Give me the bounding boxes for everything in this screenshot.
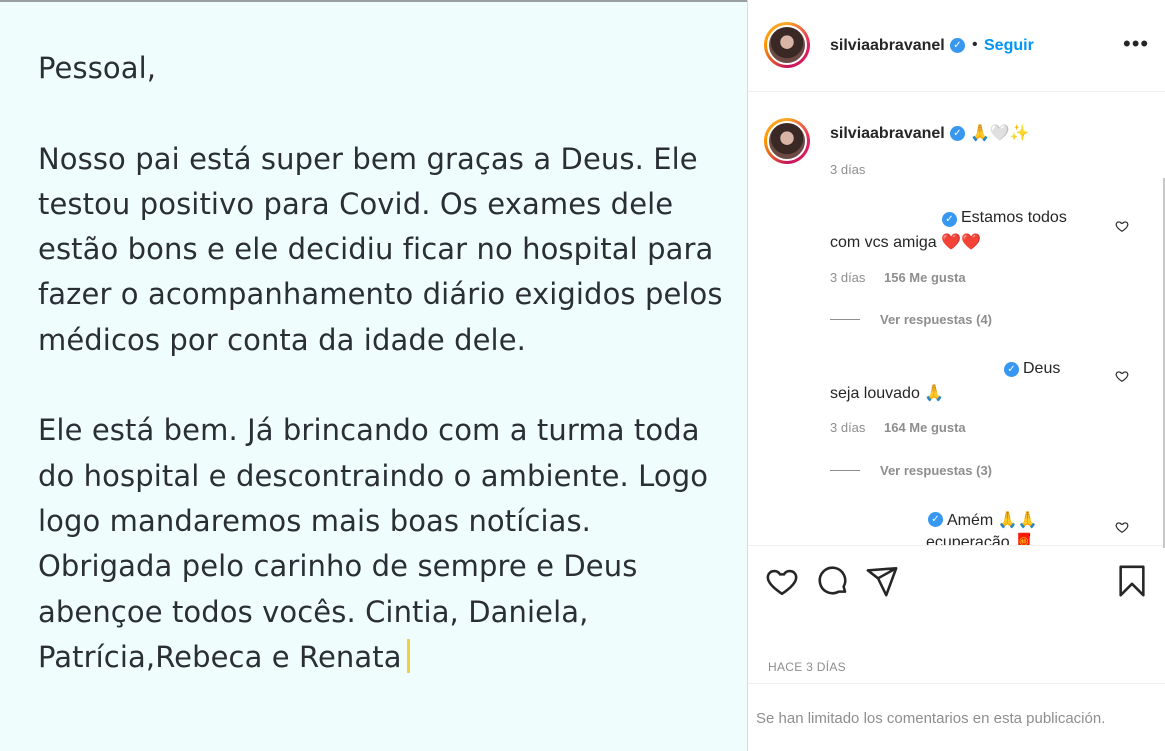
view-replies-link[interactable]: Ver respuestas (3) xyxy=(880,463,992,478)
comments-limited-notice: Se han limitado los comentarios en esta … xyxy=(748,683,1165,751)
comments-list[interactable]: silviaabravanel ✓ 🙏🤍✨ 3 días ✓ Estamos t… xyxy=(748,92,1165,546)
comment-text: com vcs amiga ❤️❤️ xyxy=(830,234,981,251)
replies-divider xyxy=(830,319,860,320)
comment-text: Amém 🙏🙏 xyxy=(947,512,1038,529)
like-comment-heart-icon[interactable] xyxy=(1115,219,1129,233)
post-paragraph-1: Nosso pai está super bem graças a Deus. … xyxy=(38,141,723,357)
avatar[interactable] xyxy=(764,22,810,68)
like-comment-heart-icon[interactable] xyxy=(1115,520,1129,534)
caption-avatar[interactable] xyxy=(764,118,810,164)
like-comment-heart-icon[interactable] xyxy=(1115,369,1129,383)
like-heart-icon[interactable] xyxy=(765,564,799,598)
view-replies-link[interactable]: Ver respuestas (4) xyxy=(880,312,992,327)
verified-badge-icon: ✓ xyxy=(928,512,943,527)
post-time-ago[interactable]: HACE 3 DÍAS xyxy=(768,660,846,674)
post-paragraph-2-text: Ele está bem. Já brincando com a turma t… xyxy=(38,413,709,674)
caption-time[interactable]: 3 días xyxy=(830,162,865,177)
comment-time[interactable]: 3 días xyxy=(830,420,865,435)
separator-dot: • xyxy=(972,36,978,53)
verified-badge-icon: ✓ xyxy=(1004,362,1019,377)
comment-text: seja louvado 🙏 xyxy=(830,385,945,402)
comment-likes[interactable]: 156 Me gusta xyxy=(884,270,966,285)
comment-time[interactable]: 3 días xyxy=(830,270,865,285)
comment-text: Estamos todos xyxy=(961,209,1067,226)
header-username[interactable]: silviaabravanel xyxy=(830,37,945,55)
caption-text: 🙏🤍✨ xyxy=(970,125,1030,142)
post-header: silviaabravanel ✓ • Seguir ••• xyxy=(748,0,1165,92)
post-image: Pessoal, Nosso pai está super bem graças… xyxy=(0,0,747,751)
comments-limited-text: Se han limitado los comentarios en esta … xyxy=(756,710,1106,727)
post-side-panel: silviaabravanel ✓ • Seguir ••• silviaabr… xyxy=(747,0,1165,751)
more-options-icon[interactable]: ••• xyxy=(1123,31,1149,57)
post-paragraph-2: Ele está bem. Já brincando com a turma t… xyxy=(38,408,728,680)
replies-divider xyxy=(830,470,860,471)
comment-text: Deus xyxy=(1023,360,1061,377)
caption-username[interactable]: silviaabravanel xyxy=(830,125,945,143)
follow-button[interactable]: Seguir xyxy=(984,37,1034,55)
comment-icon[interactable] xyxy=(816,564,850,598)
post-greeting: Pessoal, xyxy=(38,51,157,85)
save-bookmark-icon[interactable] xyxy=(1115,564,1149,598)
verified-badge-icon: ✓ xyxy=(942,212,957,227)
verified-badge-icon: ✓ xyxy=(950,126,965,141)
verified-badge-icon: ✓ xyxy=(950,38,965,53)
comment-likes[interactable]: 164 Me gusta xyxy=(884,420,966,435)
share-icon[interactable] xyxy=(865,564,899,598)
post-actions xyxy=(748,547,1165,647)
comment-text: ecuperação 🧧 xyxy=(926,534,1034,546)
text-cursor xyxy=(406,638,410,673)
post-text: Pessoal, Nosso pai está super bem graças… xyxy=(38,46,728,680)
